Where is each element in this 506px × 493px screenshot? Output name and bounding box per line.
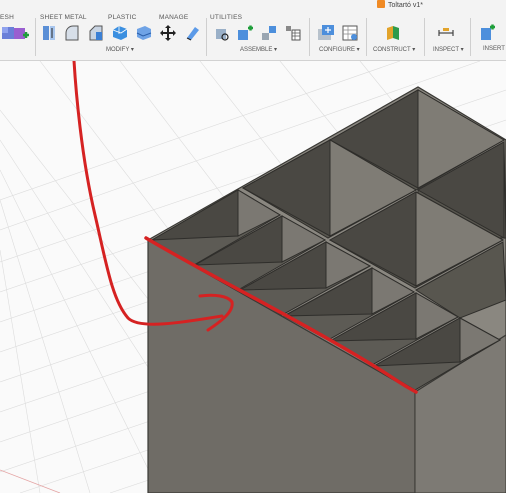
insert-icon[interactable]	[478, 24, 496, 42]
scale-icon[interactable]	[183, 24, 201, 42]
shell-icon[interactable]	[111, 24, 129, 42]
new-component-icon[interactable]	[213, 24, 231, 42]
group-modify[interactable]: MODIFY ▾	[106, 46, 134, 53]
as-built-joint-icon[interactable]	[260, 24, 278, 42]
group-inspect[interactable]: INSPECT ▾	[433, 46, 464, 53]
table-icon[interactable]	[341, 24, 359, 42]
separator	[35, 18, 36, 56]
tab-mesh[interactable]: ESH	[0, 14, 14, 21]
move-icon[interactable]	[159, 24, 177, 42]
tab-utilities[interactable]: UTILITIES	[210, 14, 242, 21]
group-configure[interactable]: CONFIGURE ▾	[319, 46, 360, 53]
group-assemble[interactable]: ASSEMBLE ▾	[240, 46, 277, 53]
separator	[206, 18, 207, 56]
fusion-logo-icon	[377, 0, 385, 8]
tab-manage[interactable]: MANAGE	[159, 14, 188, 21]
separator	[470, 18, 471, 56]
separator	[424, 18, 425, 56]
joint-icon[interactable]	[236, 24, 254, 42]
measure-icon[interactable]	[437, 24, 455, 42]
viewport-canvas[interactable]	[0, 61, 506, 493]
offset-plane-icon[interactable]	[384, 24, 402, 42]
combine-mesh-icon[interactable]	[12, 24, 30, 42]
group-construct[interactable]: CONSTRUCT ▾	[373, 46, 415, 53]
chamfer-icon[interactable]	[87, 24, 105, 42]
group-insert[interactable]: INSERT	[483, 46, 505, 52]
tab-plastic[interactable]: PLASTIC	[108, 14, 137, 21]
toolbar: Toltartó v1* ESH SHEET METAL PLASTIC MAN…	[0, 0, 506, 61]
rigid-group-icon[interactable]	[284, 24, 302, 42]
combine-icon[interactable]	[135, 24, 153, 42]
configure-icon[interactable]	[317, 24, 335, 42]
split-body-icon[interactable]	[40, 24, 58, 42]
fillet-icon[interactable]	[63, 24, 81, 42]
tab-sheet-metal[interactable]: SHEET METAL	[40, 14, 87, 21]
document-title: Toltartó v1*	[377, 0, 423, 10]
separator	[366, 18, 367, 56]
separator	[309, 18, 310, 56]
